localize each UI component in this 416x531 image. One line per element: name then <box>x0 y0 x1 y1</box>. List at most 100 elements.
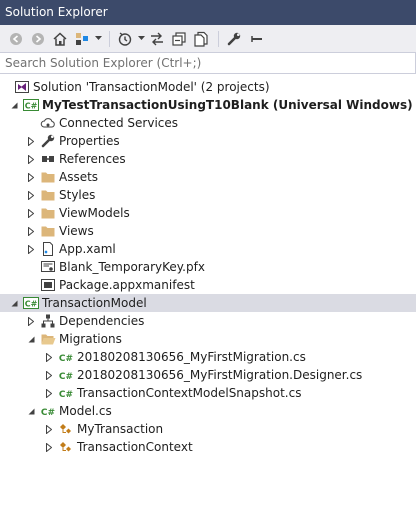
tree-item-label: App.xaml <box>59 242 116 256</box>
filter-dropdown-icon[interactable] <box>137 29 145 49</box>
tree-item-label: ViewModels <box>59 206 130 220</box>
manifest-icon <box>40 277 56 293</box>
collapsed-triangle-icon[interactable] <box>44 420 54 438</box>
tree-item-class[interactable]: MyTransaction <box>0 420 416 438</box>
collapsed-triangle-icon[interactable] <box>44 366 54 384</box>
tree-item-model-file[interactable]: C# Model.cs <box>0 402 416 420</box>
csharp-project-icon: C# <box>23 295 39 311</box>
tree-item-snapshot-file[interactable]: C# TransactionContextModelSnapshot.cs <box>0 384 416 402</box>
certificate-icon <box>40 259 56 275</box>
forward-icon[interactable] <box>28 29 48 49</box>
connected-services-icon <box>40 115 56 131</box>
collapsed-triangle-icon[interactable] <box>26 204 36 222</box>
folder-icon <box>40 169 56 185</box>
svg-text:C#: C# <box>59 390 73 400</box>
wrench-icon <box>40 133 56 149</box>
tree-item-label: Dependencies <box>59 314 145 328</box>
collapsed-triangle-icon[interactable] <box>26 222 36 240</box>
class-icon <box>58 439 74 455</box>
home-icon[interactable] <box>50 29 70 49</box>
tree-item-pfx[interactable]: Blank_TemporaryKey.pfx <box>0 258 416 276</box>
xaml-file-icon <box>40 241 56 257</box>
back-icon[interactable] <box>6 29 26 49</box>
tree-item-styles[interactable]: Styles <box>0 186 416 204</box>
tree-item-label: TransactionContext <box>77 440 193 454</box>
svg-text:C#: C# <box>41 408 55 418</box>
collapsed-triangle-icon[interactable] <box>44 384 54 402</box>
collapsed-triangle-icon[interactable] <box>26 312 36 330</box>
collapsed-triangle-icon[interactable] <box>26 186 36 204</box>
search-input[interactable]: Search Solution Explorer (Ctrl+;) <box>0 52 416 74</box>
switch-views-icon[interactable] <box>72 29 92 49</box>
tree-item-class[interactable]: TransactionContext <box>0 438 416 456</box>
toolbar-separator <box>218 30 219 47</box>
tree-item-label: Views <box>59 224 94 238</box>
tree-item-label: MyTestTransactionUsingT10Blank (Universa… <box>42 98 413 112</box>
class-icon <box>58 421 74 437</box>
tree-item-assets[interactable]: Assets <box>0 168 416 186</box>
show-all-files-icon[interactable] <box>191 29 211 49</box>
tree-item-app-xaml[interactable]: App.xaml <box>0 240 416 258</box>
csharp-file-icon: C# <box>58 349 74 365</box>
tree-item-label: TransactionModel <box>42 296 147 310</box>
expander-spacer <box>26 276 36 294</box>
tree-item-solution[interactable]: Solution 'TransactionModel' (2 projects) <box>0 78 416 96</box>
tree-item-label: Styles <box>59 188 96 202</box>
tree-item-migration-designer-file[interactable]: C# 20180208130656_MyFirstMigration.Desig… <box>0 366 416 384</box>
expanded-triangle-icon[interactable] <box>26 330 36 348</box>
svg-text:C#: C# <box>25 102 38 111</box>
tree-item-manifest[interactable]: Package.appxmanifest <box>0 276 416 294</box>
tree-item-views[interactable]: Views <box>0 222 416 240</box>
pending-changes-filter-icon[interactable] <box>115 29 135 49</box>
tree-item-migration-file[interactable]: C# 20180208130656_MyFirstMigration.cs <box>0 348 416 366</box>
folder-icon <box>40 205 56 221</box>
tree-item-label: Assets <box>59 170 99 184</box>
csharp-file-icon: C# <box>58 385 74 401</box>
toolbar-separator <box>109 30 110 47</box>
expanded-triangle-icon[interactable] <box>9 294 19 312</box>
tree-item-label: Migrations <box>59 332 122 346</box>
folder-icon <box>40 223 56 239</box>
tree-item-label: TransactionContextModelSnapshot.cs <box>77 386 302 400</box>
expander-spacer <box>26 258 36 276</box>
tree-item-migrations[interactable]: Migrations <box>0 330 416 348</box>
tree-item-project[interactable]: C# TransactionModel <box>0 294 416 312</box>
expanded-triangle-icon[interactable] <box>26 402 36 420</box>
switch-views-dropdown-icon[interactable] <box>94 29 102 49</box>
tree-item-properties[interactable]: Properties <box>0 132 416 150</box>
expanded-triangle-icon[interactable] <box>9 96 19 114</box>
tree-item-references[interactable]: References <box>0 150 416 168</box>
tree-item-project[interactable]: C# MyTestTransactionUsingT10Blank (Unive… <box>0 96 416 114</box>
svg-text:C#: C# <box>59 372 73 382</box>
references-icon <box>40 151 56 167</box>
window-title: Solution Explorer <box>0 0 416 25</box>
collapsed-triangle-icon[interactable] <box>26 132 36 150</box>
csharp-project-icon: C# <box>23 97 39 113</box>
tree-item-label: Model.cs <box>59 404 112 418</box>
expander-spacer <box>26 114 36 132</box>
tree-item-connected-services[interactable]: Connected Services <box>0 114 416 132</box>
csharp-file-icon: C# <box>58 367 74 383</box>
tree-item-label: Properties <box>59 134 120 148</box>
tree-item-dependencies[interactable]: Dependencies <box>0 312 416 330</box>
collapse-all-icon[interactable] <box>169 29 189 49</box>
csharp-file-icon: C# <box>40 403 56 419</box>
dependencies-icon <box>40 313 56 329</box>
tree-item-label: Solution 'TransactionModel' (2 projects) <box>33 80 270 94</box>
collapsed-triangle-icon[interactable] <box>44 438 54 456</box>
properties-wrench-icon[interactable] <box>224 29 244 49</box>
collapsed-triangle-icon[interactable] <box>26 150 36 168</box>
tree-item-label: Connected Services <box>59 116 179 130</box>
tree-item-label: Package.appxmanifest <box>59 278 195 292</box>
sync-icon[interactable] <box>147 29 167 49</box>
collapsed-triangle-icon[interactable] <box>26 240 36 258</box>
tree-item-label: 20180208130656_MyFirstMigration.cs <box>77 350 306 364</box>
preview-icon[interactable] <box>246 29 266 49</box>
folder-icon <box>40 187 56 203</box>
collapsed-triangle-icon[interactable] <box>26 168 36 186</box>
tree-item-label: MyTransaction <box>77 422 164 436</box>
tree-item-label: Blank_TemporaryKey.pfx <box>59 260 205 274</box>
tree-item-viewmodels[interactable]: ViewModels <box>0 204 416 222</box>
collapsed-triangle-icon[interactable] <box>44 348 54 366</box>
tree-item-label: 20180208130656_MyFirstMigration.Designer… <box>77 368 363 382</box>
